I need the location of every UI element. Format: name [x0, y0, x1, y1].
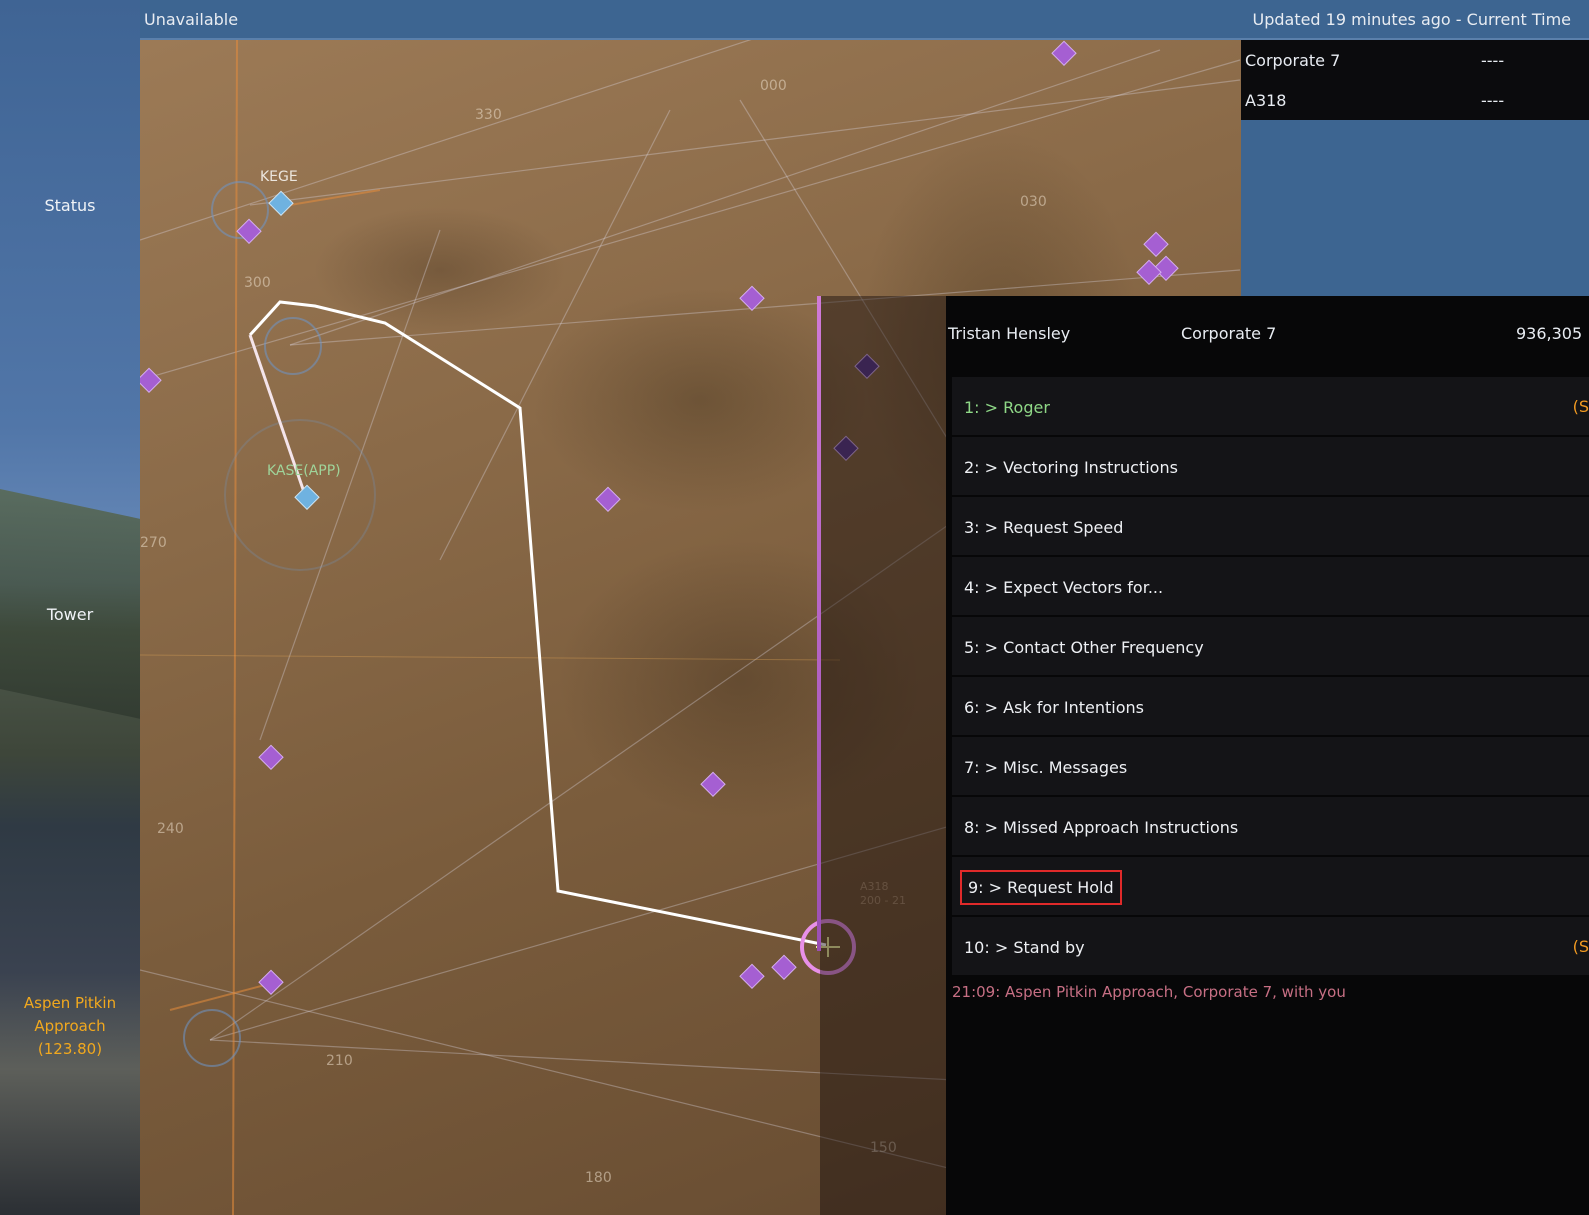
airport-label-kege[interactable]: KEGE — [260, 169, 298, 185]
freq-line-2: Approach — [34, 1017, 106, 1035]
freq-line-3: (123.80) — [37, 1040, 103, 1058]
airport-label-kase[interactable]: KASE(APP) — [267, 463, 341, 479]
bearing-label: 240 — [157, 821, 184, 837]
selected-aircraft: Corporate 7 — [1181, 324, 1277, 343]
menu-item-misc[interactable]: 7: > Misc. Messages — [952, 737, 1589, 795]
freq-line-1: Aspen Pitkin — [23, 994, 117, 1012]
menu-item-label: 6: > Ask for Intentions — [964, 698, 1144, 717]
comms-header: Tristan Hensley Corporate 7 936,305 — [946, 296, 1589, 372]
menu-item-request-speed[interactable]: 3: > Request Speed — [952, 497, 1589, 555]
menu-item-hotkey: (S — [1572, 937, 1589, 956]
menu-item-label: 2: > Vectoring Instructions — [964, 458, 1178, 477]
menu-item-label: 3: > Request Speed — [964, 518, 1124, 537]
traffic-row[interactable]: A318 ---- — [1241, 80, 1589, 120]
approach-frequency-label[interactable]: Aspen Pitkin Approach (123.80) — [0, 992, 140, 1061]
menu-item-label: 7: > Misc. Messages — [964, 758, 1128, 777]
menu-item-intentions[interactable]: 6: > Ask for Intentions — [952, 677, 1589, 735]
route-line — [248, 300, 827, 947]
traffic-list-empty-area — [1241, 120, 1589, 296]
bearing-label: 330 — [475, 107, 502, 123]
menu-item-vectoring[interactable]: 2: > Vectoring Instructions — [952, 437, 1589, 495]
bearing-label: 180 — [585, 1170, 612, 1186]
menu-item-label: 4: > Expect Vectors for... — [964, 578, 1164, 597]
menu-item-contact-frequency[interactable]: 5: > Contact Other Frequency — [952, 617, 1589, 675]
menu-item-stand-by[interactable]: 10: > Stand by (S — [952, 917, 1589, 975]
menu-item-missed-approach[interactable]: 8: > Missed Approach Instructions — [952, 797, 1589, 855]
menu-item-expect-vectors[interactable]: 4: > Expect Vectors for... — [952, 557, 1589, 615]
traffic-row[interactable]: Corporate 7 ---- — [1241, 40, 1589, 80]
update-time-status: Updated 19 minutes ago - Current Time — [1252, 10, 1571, 29]
status-tab[interactable]: Status — [0, 196, 140, 215]
menu-item-label: 9: > Request Hold — [960, 870, 1122, 905]
aircraft-selection-line — [817, 296, 821, 951]
bearing-label: 210 — [326, 1053, 353, 1069]
communications-panel: Tristan Hensley Corporate 7 936,305 1: >… — [946, 296, 1589, 1215]
connection-status: Unavailable — [144, 10, 239, 29]
score: 936,305 — [1516, 324, 1583, 343]
status-bar: Unavailable Updated 19 minutes ago - Cur… — [140, 0, 1589, 40]
menu-item-label: 1: > Roger — [964, 398, 1050, 417]
tower-tab[interactable]: Tower — [0, 605, 140, 624]
traffic-list: Corporate 7 ---- A318 ---- — [1241, 40, 1589, 120]
bearing-label: 270 — [140, 535, 167, 551]
bearing-label: 030 — [1020, 194, 1047, 210]
traffic-status: ---- — [1481, 51, 1505, 70]
bearing-label: 300 — [244, 275, 271, 291]
traffic-callsign: Corporate 7 — [1245, 51, 1341, 70]
comms-log-entry: 21:09: Aspen Pitkin Approach, Corporate … — [952, 983, 1346, 1001]
controller-name: Tristan Hensley — [948, 324, 1071, 343]
menu-item-hotkey: (S — [1572, 397, 1589, 416]
bearing-label: 000 — [760, 78, 787, 94]
traffic-callsign: A318 — [1245, 91, 1287, 110]
boundary-lines — [140, 40, 841, 1215]
menu-item-roger[interactable]: 1: > Roger (S — [952, 377, 1589, 435]
view-switcher-panel: Status Tower Aspen Pitkin Approach (123.… — [0, 0, 140, 1215]
menu-item-request-hold[interactable]: 9: > Request Hold — [952, 857, 1589, 915]
comms-panel-shadow — [820, 296, 946, 1215]
menu-item-label: 8: > Missed Approach Instructions — [964, 818, 1239, 837]
menu-item-label: 5: > Contact Other Frequency — [964, 638, 1204, 657]
traffic-status: ---- — [1481, 91, 1505, 110]
menu-item-label: 10: > Stand by — [964, 938, 1085, 957]
